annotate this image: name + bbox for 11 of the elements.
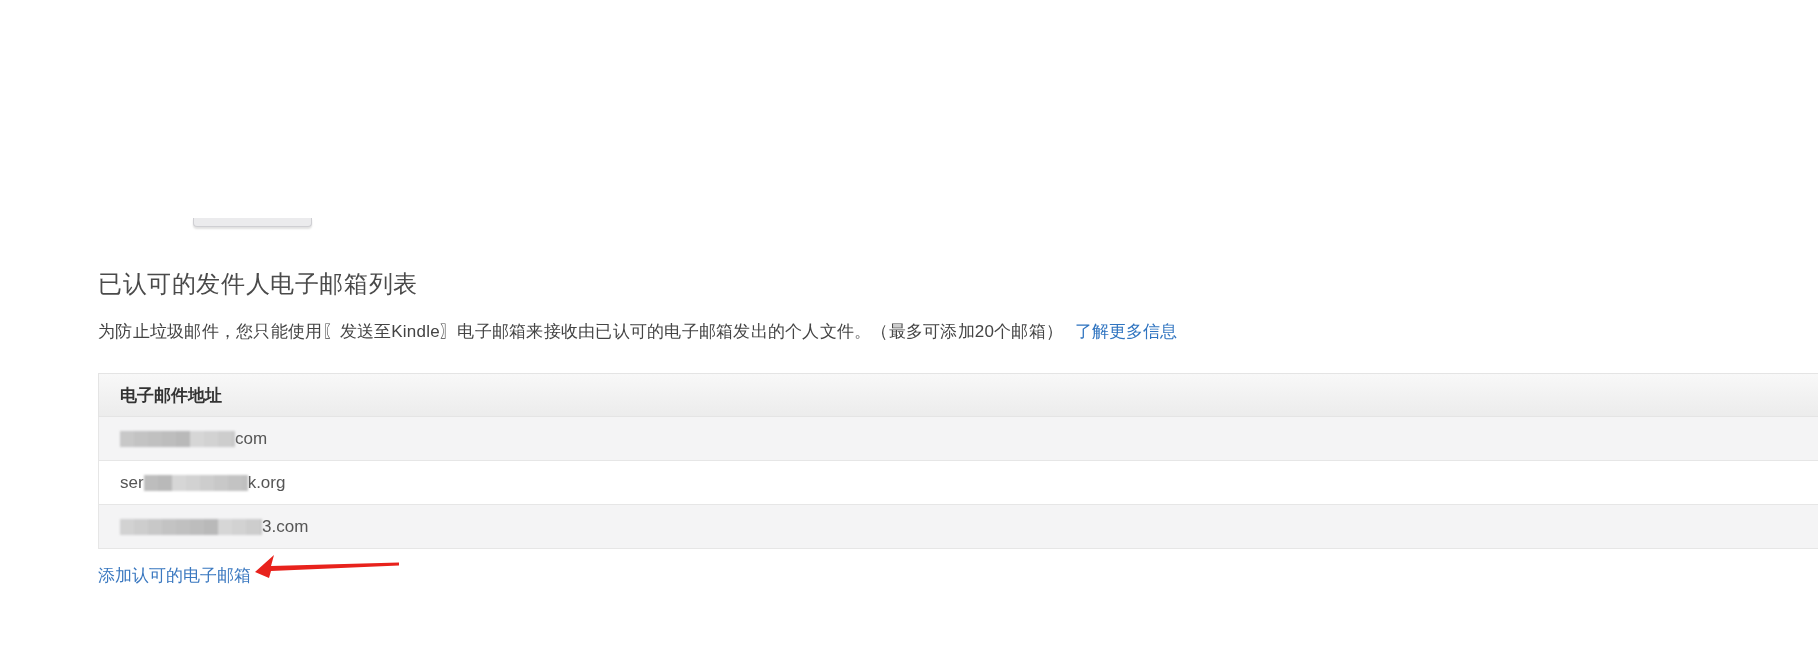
- email-text: k.org: [247, 472, 286, 493]
- email-text: 3.com: [262, 516, 309, 537]
- button[interactable]: [193, 218, 312, 227]
- column-header: 电子邮件地址: [98, 373, 1818, 417]
- arrow-icon: [255, 555, 399, 578]
- description-text: 为防止垃圾邮件，您只能使用〖发送至Kindle〗电子邮箱来接收由已认可的电子邮箱发出的个人文件。（最多可添加20个邮箱）: [98, 321, 1064, 343]
- email-text: ser: [120, 472, 144, 493]
- section-title: 已认可的发件人电子邮箱列表: [98, 270, 418, 298]
- learn-more-link[interactable]: 了解更多信息: [1075, 321, 1178, 343]
- email-text: com: [235, 428, 268, 449]
- add-email-link[interactable]: 添加认可的电子邮箱: [98, 565, 251, 587]
